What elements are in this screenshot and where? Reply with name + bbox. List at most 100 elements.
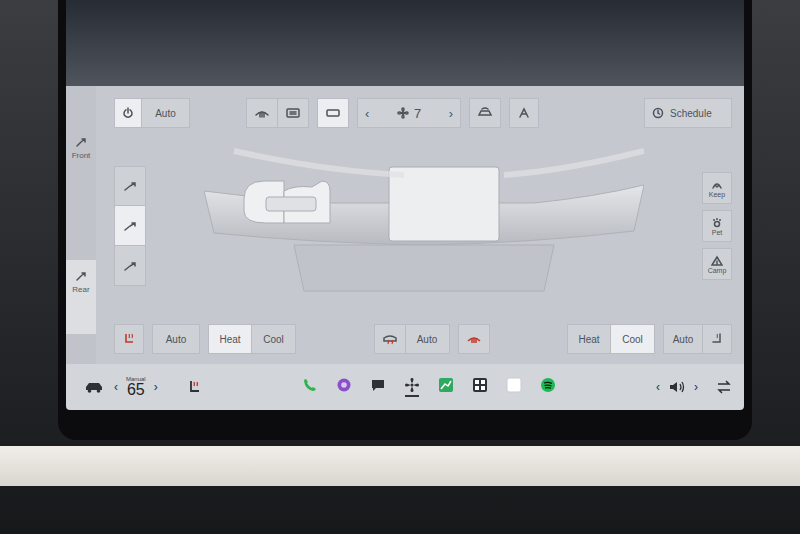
speaker-icon [668, 380, 686, 394]
fan-icon [404, 377, 420, 393]
passenger-auto-button[interactable]: Auto [663, 324, 703, 354]
zone-tab[interactable]: Front [66, 126, 96, 200]
schedule-button[interactable]: Schedule [644, 98, 732, 128]
app-button[interactable] [504, 377, 524, 397]
steering-auto-button[interactable]: Auto [406, 324, 450, 354]
temperature-control: ‹ Manual65 › [114, 376, 158, 398]
auto-button[interactable]: Auto [142, 98, 190, 128]
seat-heater-button[interactable] [186, 379, 202, 395]
vent-button[interactable] [246, 98, 278, 128]
app-button[interactable] [300, 377, 320, 397]
heat-cool-option[interactable]: Heat [567, 324, 611, 354]
temp-increase[interactable]: › [154, 380, 158, 394]
clock-icon [652, 107, 664, 119]
driver-seat-heater[interactable] [114, 324, 144, 354]
square-icon [506, 377, 522, 393]
temp-decrease[interactable]: ‹ [114, 380, 118, 394]
power-auto-group: Auto [114, 98, 190, 128]
camp-icon [711, 255, 723, 266]
temp-value: 65 [127, 382, 145, 398]
app-launcher [212, 377, 646, 397]
airflow-button[interactable] [114, 166, 146, 206]
steering-group: Auto [374, 324, 450, 354]
keep-icon [711, 179, 723, 190]
mode-label: Keep [709, 191, 725, 198]
app-button[interactable] [402, 377, 422, 397]
active-indicator [473, 395, 487, 397]
rdefrost-icon [285, 107, 301, 119]
app-button[interactable] [368, 377, 388, 397]
auto-label: Auto [166, 334, 187, 345]
vent-button[interactable] [317, 98, 349, 128]
option-label: Heat [578, 334, 599, 345]
volume-up[interactable]: › [694, 380, 698, 394]
zone-label: Rear [72, 285, 89, 294]
active-indicator [303, 395, 317, 397]
power-button[interactable] [114, 98, 142, 128]
seat-heater-icon [122, 332, 136, 346]
mode-label: Pet [712, 229, 723, 236]
mode-button[interactable]: Camp [702, 248, 732, 280]
app-button[interactable] [334, 377, 354, 397]
zone-label: Front [72, 151, 91, 160]
active-indicator [439, 395, 453, 397]
pet-icon [711, 217, 723, 228]
fan-speed-control[interactable]: ‹ 7 › [357, 98, 461, 128]
volume-down[interactable]: ‹ [656, 380, 660, 394]
airflow-button[interactable] [114, 206, 146, 246]
airflow-button[interactable] [114, 246, 146, 286]
steering-heat-icon [382, 332, 398, 346]
power-icon [122, 107, 134, 119]
mode-button[interactable]: Keep [702, 172, 732, 204]
zone-tab[interactable]: Rear [66, 260, 96, 334]
fan-increase[interactable]: › [449, 106, 453, 121]
camera-icon [336, 377, 352, 393]
airflow-icon [75, 270, 87, 282]
option-label: Heat [219, 334, 240, 345]
steering-heater[interactable] [374, 324, 406, 354]
map-view[interactable] [66, 0, 744, 86]
recirculate-button[interactable] [469, 98, 501, 128]
vent-button[interactable] [278, 98, 309, 128]
messages-icon [370, 377, 386, 393]
auto-label: Auto [673, 334, 694, 345]
dashboard-illustration [146, 141, 702, 311]
display-bezel: Front Rear Auto ‹ 7 › Schedule Keep Pet Camp Auto H… [58, 0, 752, 440]
temp-display: Manual65 [126, 376, 146, 398]
fan-speed: 7 [414, 106, 421, 121]
app-button[interactable] [436, 377, 456, 397]
climate-panel: Front Rear Auto ‹ 7 › Schedule Keep Pet Camp Auto H… [66, 86, 744, 364]
passenger-seat-heater[interactable] [703, 324, 732, 354]
seat-controls: Auto Heat Cool Auto Heat Cool Auto [114, 322, 732, 356]
active-indicator [541, 395, 555, 397]
airflow-icon [122, 178, 138, 194]
heat-cool-option[interactable]: Cool [252, 324, 296, 354]
cabin-view: Keep Pet Camp [114, 130, 732, 322]
dock-bar: ‹ Manual65 › ‹ › [66, 364, 744, 410]
mode-button[interactable]: Pet [702, 210, 732, 242]
driver-heat-cool: Heat Cool [208, 324, 296, 354]
airflow-buttons [114, 166, 146, 286]
fan-decrease[interactable]: ‹ [365, 106, 369, 121]
airflow-icon [122, 218, 138, 234]
touch-screen: Front Rear Auto ‹ 7 › Schedule Keep Pet Camp Auto H… [66, 0, 744, 410]
chart-icon [438, 377, 454, 393]
car-button[interactable] [84, 380, 104, 394]
bioweapon-button[interactable] [509, 98, 539, 128]
wiper-defrost-button[interactable] [458, 324, 490, 354]
schedule-label: Schedule [670, 108, 712, 119]
filter-icon [517, 106, 531, 120]
defrost-icon [466, 333, 482, 345]
driver-auto-button[interactable]: Auto [152, 324, 200, 354]
mode-label: Camp [708, 267, 727, 274]
app-button[interactable] [470, 377, 490, 397]
top-controls: Auto ‹ 7 › Schedule [114, 96, 732, 130]
phone-icon [302, 377, 318, 393]
heat-cool-option[interactable]: Cool [611, 324, 655, 354]
swap-button[interactable] [716, 380, 732, 394]
heat-cool-option[interactable]: Heat [208, 324, 252, 354]
fan-value: 7 [397, 106, 421, 121]
app-button[interactable] [538, 377, 558, 397]
vent-icon [325, 107, 341, 119]
cabin-modes: Keep Pet Camp [702, 172, 732, 280]
